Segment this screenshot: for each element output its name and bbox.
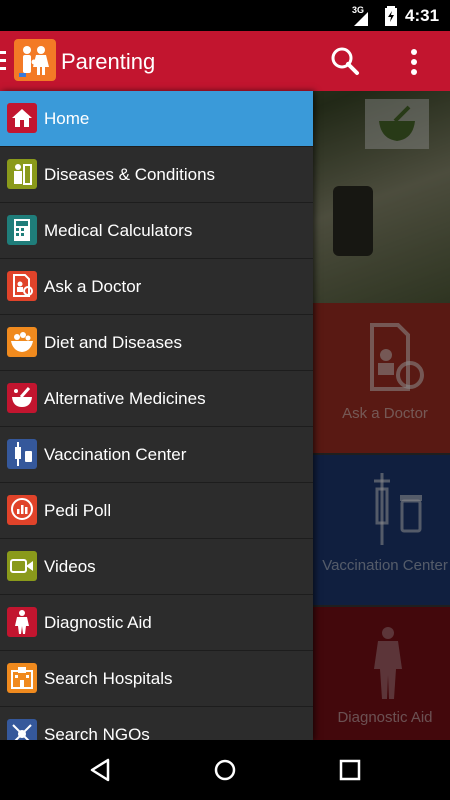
page-title: Parenting bbox=[61, 49, 156, 74]
drawer-item-pedi-poll[interactable]: Pedi Poll bbox=[0, 483, 313, 539]
drawer-item-label: Alternative Medicines bbox=[44, 389, 206, 408]
body-icon bbox=[7, 607, 37, 637]
overflow-menu-button[interactable] bbox=[400, 43, 428, 81]
system-nav-bar bbox=[0, 740, 450, 800]
drawer-item-search-ngos[interactable]: Search NGOs bbox=[0, 707, 313, 740]
drawer-item-vaccination-center[interactable]: Vaccination Center bbox=[0, 427, 313, 483]
search-icon bbox=[331, 47, 359, 75]
drawer-item-diseases-conditions[interactable]: Diseases & Conditions bbox=[0, 147, 313, 203]
app-logo[interactable] bbox=[14, 39, 56, 81]
home-icon bbox=[7, 103, 37, 133]
drawer-item-label: Home bbox=[44, 109, 90, 128]
poll-bubble-icon bbox=[7, 495, 37, 525]
drawer-item-search-hospitals[interactable]: Search Hospitals bbox=[0, 651, 313, 707]
diet-bowl-icon bbox=[7, 327, 37, 357]
drawer-item-label: Diet and Diseases bbox=[44, 333, 182, 352]
drawer-item-home[interactable]: Home bbox=[0, 91, 313, 147]
battery-icon bbox=[385, 6, 397, 26]
search-button[interactable] bbox=[326, 43, 364, 81]
back-icon[interactable] bbox=[86, 756, 114, 784]
app-toolbar: Parenting bbox=[0, 31, 450, 91]
family-logo-icon bbox=[19, 46, 49, 77]
drawer-item-diagnostic-aid[interactable]: Diagnostic Aid bbox=[0, 595, 313, 651]
home-nav-icon[interactable] bbox=[211, 756, 239, 784]
drawer-item-diet-diseases[interactable]: Diet and Diseases bbox=[0, 315, 313, 371]
drawer-item-videos[interactable]: Videos bbox=[0, 539, 313, 595]
navigation-drawer: Home Diseases & Conditions Medical Calcu… bbox=[0, 91, 313, 740]
calculator-icon bbox=[7, 215, 37, 245]
drawer-item-label: Diagnostic Aid bbox=[44, 613, 152, 632]
mortar-pestle-icon bbox=[7, 383, 37, 413]
recents-icon[interactable] bbox=[336, 756, 364, 784]
ask-doctor-icon bbox=[7, 271, 37, 301]
patient-icon bbox=[7, 159, 37, 189]
drawer-toggle-icon[interactable] bbox=[0, 51, 6, 71]
clock: 4:31 bbox=[405, 6, 440, 25]
drawer-item-label: Videos bbox=[44, 557, 96, 576]
drawer-item-ask-doctor[interactable]: Ask a Doctor bbox=[0, 259, 313, 315]
drawer-item-label: Pedi Poll bbox=[44, 501, 112, 520]
drawer-item-alternative-medicines[interactable]: Alternative Medicines bbox=[0, 371, 313, 427]
more-vert-icon bbox=[411, 49, 417, 75]
video-icon bbox=[7, 551, 37, 581]
signal-icon bbox=[354, 12, 368, 26]
drawer-item-label: Search NGOs bbox=[44, 725, 150, 740]
ngo-icon bbox=[7, 719, 37, 740]
drawer-item-medical-calculators[interactable]: Medical Calculators bbox=[0, 203, 313, 259]
drawer-item-label: Search Hospitals bbox=[44, 669, 173, 688]
hospital-icon bbox=[7, 663, 37, 693]
status-bar: 3G 4:31 bbox=[0, 0, 450, 31]
syringe-icon bbox=[7, 439, 37, 469]
drawer-item-label: Vaccination Center bbox=[44, 445, 187, 464]
drawer-item-label: Ask a Doctor bbox=[44, 277, 142, 296]
drawer-item-label: Diseases & Conditions bbox=[44, 165, 216, 184]
drawer-item-label: Medical Calculators bbox=[44, 221, 193, 240]
